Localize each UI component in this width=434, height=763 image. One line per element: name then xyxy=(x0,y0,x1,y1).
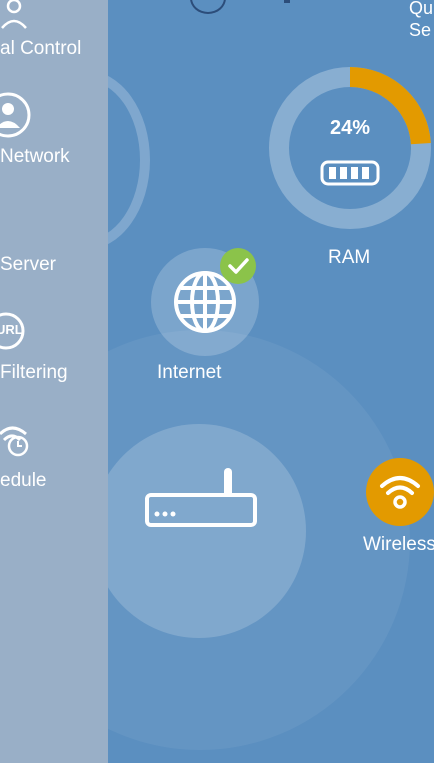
sidebar-item-label: al Control xyxy=(0,38,82,59)
ram-percent: 24% xyxy=(329,117,371,139)
ram-ring-chart xyxy=(269,67,431,229)
sidebar-item-label: Network xyxy=(0,146,70,167)
user-icon xyxy=(0,92,31,138)
sidebar-item-network[interactable]: Network xyxy=(0,86,108,176)
qos-label-line1: Qu xyxy=(409,0,434,18)
parental-control-icon xyxy=(1,0,27,29)
top-partial-circle xyxy=(190,0,226,14)
sidebar-item-label: Server xyxy=(0,254,56,275)
wifi-icon xyxy=(380,476,420,509)
ram-label: RAM xyxy=(328,247,371,268)
sidebar-item-url-filtering[interactable]: URL Filtering xyxy=(0,310,108,390)
qos-setting-link[interactable]: Qu Se xyxy=(409,0,433,41)
top-partial-dot xyxy=(284,0,290,3)
connected-check-icon xyxy=(220,248,256,284)
router-circle[interactable] xyxy=(92,424,306,638)
sidebar-item-label: Filtering xyxy=(0,362,68,383)
sidebar-item-label: edule xyxy=(0,470,47,491)
sidebar-item-schedule[interactable]: edule xyxy=(0,420,108,500)
wireless-node[interactable] xyxy=(366,458,434,526)
ram-gauge[interactable]: 24% xyxy=(268,66,432,230)
sidebar-item-parental-control[interactable]: al Control xyxy=(0,0,108,70)
router-icon xyxy=(145,468,257,527)
sidebar-item-server[interactable]: Server xyxy=(0,230,108,280)
wireless-label: Wireless xyxy=(363,534,434,555)
url-icon-text: URL xyxy=(0,322,23,337)
qos-label-line2: Se xyxy=(409,20,432,40)
internet-label: Internet xyxy=(157,362,222,383)
schedule-icon xyxy=(0,426,29,457)
sidebar: al Control Network Server URL Filtering … xyxy=(0,0,108,763)
memory-icon xyxy=(320,160,380,186)
